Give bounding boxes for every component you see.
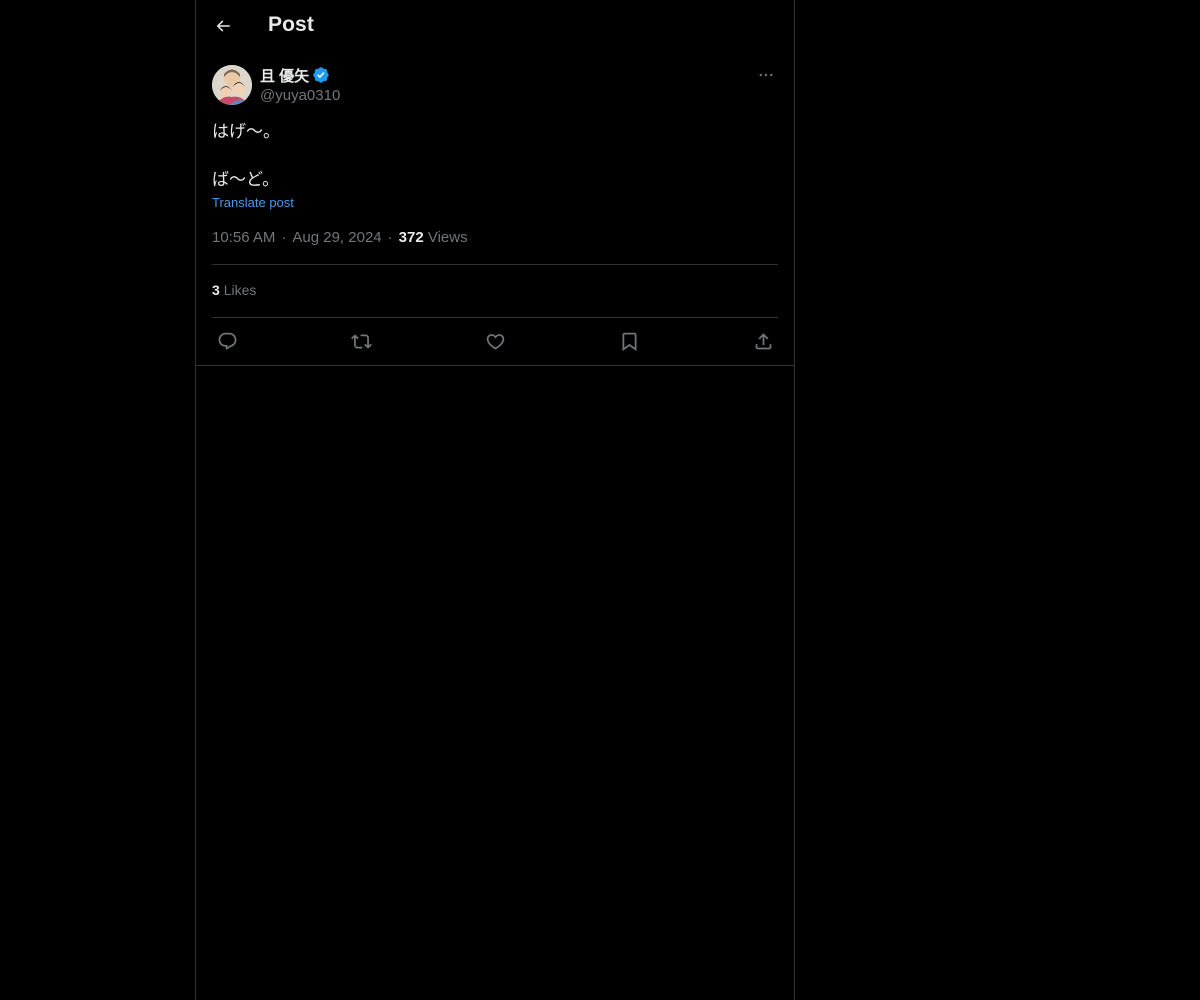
repost-icon (350, 333, 372, 349)
divider (212, 264, 778, 265)
page-title: Post (268, 13, 314, 36)
primary-column: Post 且 優矢 @yuya0310 はげ〜。 ば〜ど。 Translate … (195, 0, 795, 1000)
author-handle[interactable]: @yuya0310 (260, 87, 340, 104)
meta-separator: · (387, 229, 393, 246)
bookmark-button[interactable] (616, 328, 642, 354)
more-options-button[interactable] (754, 64, 778, 86)
avatar-image (212, 65, 252, 105)
display-name-row: 且 優矢 (260, 64, 340, 86)
more-horizontal-icon (759, 73, 773, 77)
post-date[interactable]: Aug 29, 2024 (292, 229, 381, 246)
likes-label: Likes (223, 282, 257, 298)
views-count: 372 (398, 229, 424, 246)
post-bottom-border (196, 365, 794, 366)
share-icon (755, 332, 771, 349)
post-meta: 10:56 AM · Aug 29, 2024 · 372 Views (212, 229, 468, 246)
verified-badge-icon[interactable] (312, 66, 330, 84)
post-header: Post (196, 0, 794, 53)
share-button[interactable] (750, 328, 776, 354)
post-time[interactable]: 10:56 AM (212, 229, 275, 246)
author-display-name[interactable]: 且 優矢 (260, 65, 309, 86)
translate-post-link[interactable]: Translate post (212, 195, 294, 210)
divider (212, 317, 778, 318)
arrow-left-icon (216, 20, 230, 32)
repost-button[interactable] (348, 328, 374, 354)
likes-count: 3 (212, 282, 220, 298)
action-bar (212, 328, 778, 354)
like-button[interactable] (482, 328, 508, 354)
bookmark-icon (622, 332, 636, 351)
post-text: はげ〜。 ば〜ど。 (212, 122, 280, 189)
avatar[interactable] (212, 65, 252, 105)
likes-link[interactable]: 3 Likes (212, 282, 256, 298)
author-info: 且 優矢 @yuya0310 (260, 64, 340, 104)
reply-icon (218, 332, 236, 350)
meta-separator: · (281, 229, 287, 246)
heart-icon (486, 333, 504, 350)
reply-button[interactable] (214, 328, 240, 354)
views-label: Views (427, 229, 468, 246)
back-button[interactable] (208, 11, 238, 41)
